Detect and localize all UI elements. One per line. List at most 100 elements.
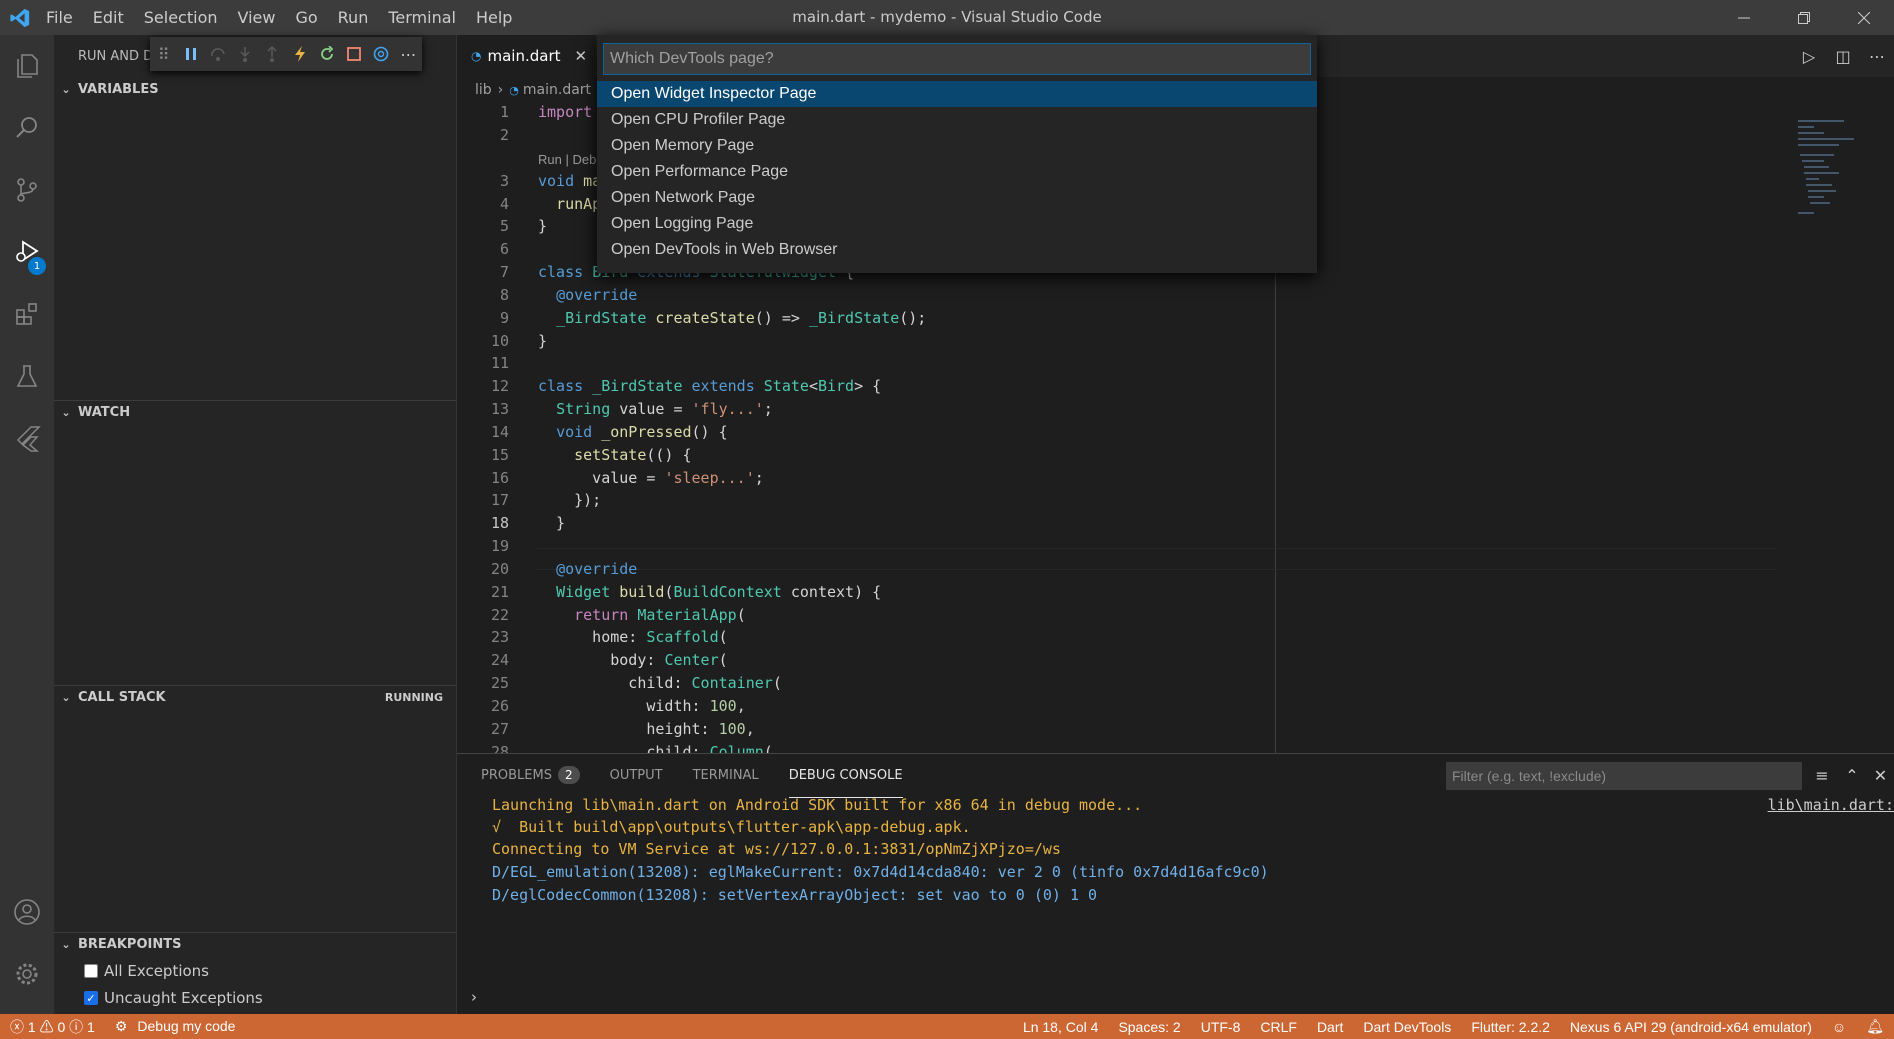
- breakpoint-uncaught-exceptions[interactable]: ✓ Uncaught Exceptions: [84, 985, 263, 1011]
- code-line: child: Container(: [538, 674, 782, 692]
- variables-title: VARIABLES: [78, 81, 159, 97]
- console-line: D/eglCodecCommon(13208): setVertexArrayO…: [492, 886, 1098, 904]
- clear-console-icon[interactable]: ≡: [1807, 762, 1837, 790]
- menu-go[interactable]: Go: [285, 0, 327, 35]
- menu-help[interactable]: Help: [466, 0, 522, 35]
- tab-main-dart[interactable]: ◔ main.dart ✕: [457, 35, 595, 77]
- checkbox[interactable]: [84, 964, 98, 978]
- minimap[interactable]: [1784, 103, 1894, 243]
- console-filter-input[interactable]: Filter (e.g. text, !exclude): [1446, 762, 1802, 790]
- line-number: 21: [490, 583, 509, 601]
- language-mode[interactable]: Dart: [1307, 1019, 1353, 1035]
- code-line: Widget build(BuildContext context) {: [556, 583, 882, 601]
- tab-terminal[interactable]: TERMINAL: [693, 754, 759, 798]
- code-line: child: Column(: [538, 743, 773, 753]
- code-line: import: [538, 103, 593, 121]
- console-prompt-chevron-icon[interactable]: ›: [471, 988, 477, 1006]
- extensions-icon[interactable]: [0, 283, 54, 345]
- account-icon[interactable]: [0, 881, 54, 943]
- hot-reload-icon[interactable]: [286, 37, 313, 71]
- variables-section-header[interactable]: ⌄ VARIABLES: [54, 77, 457, 101]
- quick-pick-item[interactable]: Open Network Page: [597, 185, 1317, 211]
- run-icon[interactable]: ▷: [1792, 47, 1826, 66]
- breadcrumb-folder[interactable]: lib: [475, 82, 492, 98]
- quick-pick-item[interactable]: Open CPU Profiler Page: [597, 107, 1317, 133]
- line-number: 27: [490, 720, 509, 738]
- restore-icon[interactable]: [1774, 0, 1834, 35]
- feedback-icon[interactable]: ☺: [1822, 1019, 1856, 1035]
- code-line: home: Scaffold(: [538, 628, 728, 646]
- dart-file-icon: ◔: [471, 49, 482, 63]
- close-tab-icon[interactable]: ✕: [575, 47, 588, 65]
- restart-icon[interactable]: [313, 37, 340, 71]
- console-source-link[interactable]: lib\main.dart:: [1768, 796, 1894, 814]
- step-over-icon[interactable]: [204, 37, 231, 71]
- tab-output[interactable]: OUTPUT: [610, 754, 663, 798]
- menu-view[interactable]: View: [228, 0, 286, 35]
- notifications-bell-icon[interactable]: 🔔︎: [1856, 1018, 1894, 1035]
- flutter-icon[interactable]: [0, 407, 54, 469]
- line-ending[interactable]: CRLF: [1250, 1019, 1307, 1035]
- testing-flask-icon[interactable]: [0, 345, 54, 407]
- code-line: _BirdState createState() => _BirdState()…: [556, 309, 927, 327]
- source-control-icon[interactable]: [0, 159, 54, 221]
- devtools-search-icon[interactable]: [368, 37, 395, 71]
- line-number: 26: [490, 697, 509, 715]
- code-line: return MaterialApp(: [574, 606, 746, 624]
- step-into-icon[interactable]: [232, 37, 259, 71]
- code-line: @override: [556, 286, 638, 304]
- dart-devtools-status[interactable]: Dart DevTools: [1353, 1019, 1461, 1035]
- run-debug-icon[interactable]: 1: [0, 221, 54, 283]
- chevron-down-icon: ⌄: [61, 82, 71, 96]
- quick-pick-input[interactable]: Which DevTools page?: [603, 43, 1311, 75]
- flutter-version[interactable]: Flutter: 2.2.2: [1461, 1019, 1560, 1035]
- more-actions-icon[interactable]: ⋯: [395, 37, 422, 71]
- debug-config-label: Debug my code: [137, 1018, 236, 1034]
- console-line: √ Built build\app\outputs\flutter-apk\ap…: [492, 818, 971, 836]
- breakpoints-section-header[interactable]: ⌄ BREAKPOINTS: [54, 932, 457, 956]
- step-out-icon[interactable]: [259, 37, 286, 71]
- call-stack-section-header[interactable]: ⌄ CALL STACK RUNNING: [54, 685, 457, 709]
- quick-pick-item[interactable]: Open Logging Page: [597, 211, 1317, 237]
- tab-problems[interactable]: PROBLEMS 2: [481, 754, 580, 798]
- checkbox-checked[interactable]: ✓: [84, 991, 98, 1005]
- menu-edit[interactable]: Edit: [83, 0, 134, 35]
- close-icon[interactable]: [1834, 0, 1894, 35]
- search-icon[interactable]: [0, 97, 54, 159]
- breadcrumb-file[interactable]: main.dart: [523, 82, 591, 98]
- menu-run[interactable]: Run: [328, 0, 379, 35]
- menu-terminal[interactable]: Terminal: [378, 0, 466, 35]
- close-panel-icon[interactable]: ✕: [1867, 762, 1894, 790]
- encoding[interactable]: UTF-8: [1191, 1019, 1251, 1035]
- watch-section-header[interactable]: ⌄ WATCH: [54, 400, 457, 424]
- stop-icon[interactable]: [340, 37, 367, 71]
- code-line: @override: [556, 560, 638, 578]
- chevron-up-icon[interactable]: ⌃: [1837, 762, 1867, 790]
- problems-status[interactable]: ⓧ 1 ⚠ 0 ⓘ 1: [0, 1017, 105, 1037]
- debug-config-status[interactable]: ⚙ Debug my code: [105, 1018, 246, 1035]
- line-number: 23: [490, 628, 509, 646]
- menu-file[interactable]: File: [36, 0, 83, 35]
- pause-icon[interactable]: [177, 37, 204, 71]
- quick-pick-item[interactable]: Open Widget Inspector Page: [597, 81, 1317, 107]
- breakpoint-all-exceptions[interactable]: All Exceptions: [84, 958, 209, 984]
- warning-icon: ⚠: [39, 1018, 54, 1035]
- menu-selection[interactable]: Selection: [134, 0, 228, 35]
- quick-pick-item[interactable]: Open Performance Page: [597, 159, 1317, 185]
- info-count: 1: [87, 1018, 95, 1035]
- settings-gear-icon[interactable]: [0, 943, 54, 1005]
- explorer-icon[interactable]: [0, 35, 54, 97]
- quick-pick-item[interactable]: Open Memory Page: [597, 133, 1317, 159]
- drag-handle-icon[interactable]: ⠿: [150, 37, 177, 71]
- tab-debug-console[interactable]: DEBUG CONSOLE: [788, 754, 903, 798]
- cursor-position[interactable]: Ln 18, Col 4: [1013, 1019, 1109, 1035]
- minimize-icon[interactable]: [1714, 0, 1774, 35]
- indentation[interactable]: Spaces: 2: [1108, 1019, 1190, 1035]
- line-number: 2: [499, 126, 509, 144]
- quick-pick-item[interactable]: Open DevTools in Web Browser: [597, 237, 1317, 263]
- more-actions-icon[interactable]: ⋯: [1860, 47, 1894, 66]
- line-number: 22: [490, 606, 509, 624]
- line-number: 8: [499, 286, 509, 304]
- split-editor-icon[interactable]: ◫: [1826, 47, 1860, 66]
- device-selector[interactable]: Nexus 6 API 29 (android-x64 emulator): [1560, 1019, 1822, 1035]
